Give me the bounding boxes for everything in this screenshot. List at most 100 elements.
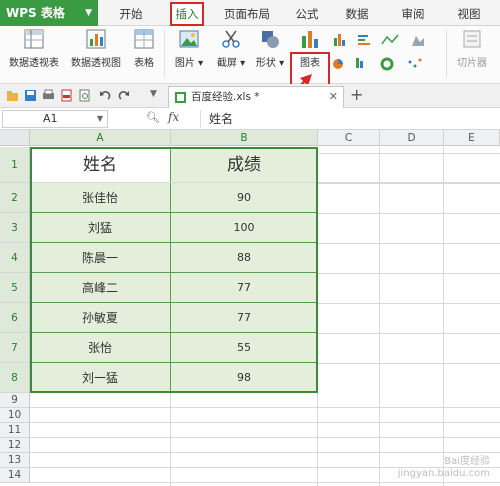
row-header-9[interactable]: 9 [0,393,30,408]
table-cell-score[interactable]: 77 [171,273,318,303]
app-menu-button[interactable]: WPS 表格 ▼ [0,0,98,26]
ribbon-insert: 数据透视表 数据透视图 表格 图片 ▾ 截屏 ▾ 形状 ▾ 图表 切片器 [0,26,500,100]
table-cell-name[interactable]: 孙敏夏 [30,303,171,333]
table-cell-name[interactable]: 陈晨一 [30,243,171,273]
table-label: 表格 [134,58,154,69]
chevron-down-icon: ▼ [96,114,103,123]
formula-input[interactable]: 姓名 [200,110,500,128]
row-header-2[interactable]: 2 [0,183,30,213]
table-cell-score[interactable]: 88 [171,243,318,273]
pivot-chart-label: 数据透视图 [71,58,121,69]
scissors-icon [222,30,240,48]
print-preview-icon[interactable] [78,89,91,102]
worksheet-grid[interactable]: A B C D E 1 2 3 4 5 6 7 8 9 10 11 12 13 … [0,130,500,486]
menu-bar: WPS 表格 ▼ 开始 插入 页面布局 公式 数据 审阅 视图 [0,0,500,26]
folder-icon[interactable] [6,89,19,102]
chevron-down-icon[interactable]: ▼ [150,89,157,99]
tab-insert[interactable]: 插入 [170,2,204,26]
new-tab-icon[interactable]: + [350,85,363,104]
row-header-1[interactable]: 1 [0,147,30,183]
column-header-e[interactable]: E [444,130,500,146]
document-tab[interactable]: 百度经验.xls * ✕ [168,86,344,108]
ribbon-separator [164,30,165,78]
table-button[interactable]: 表格 [130,28,158,69]
watermark-url: jingyan.baidu.com [397,468,490,479]
table-cell-score[interactable]: 98 [171,363,318,393]
table-cell-score[interactable]: 100 [171,213,318,243]
table-icon [134,29,154,49]
table-cell-score[interactable]: 90 [171,183,318,213]
pivot-table-button[interactable]: 数据透视表 [6,28,62,69]
column-header-d[interactable]: D [380,130,444,146]
redo-icon[interactable] [118,89,131,102]
tab-review[interactable]: 审阅 [392,0,434,26]
row-header-6[interactable]: 6 [0,303,30,333]
chart-type-gallery [332,32,442,76]
shapes-icon [262,31,279,48]
bar-chart-icon [302,31,318,48]
save-icon[interactable] [24,89,37,102]
row-header-11[interactable]: 11 [0,423,30,438]
picture-icon [179,30,199,48]
tab-formulas[interactable]: 公式 [286,0,328,26]
formula-bar: A1 ▼ 🔍︎ fx 姓名 [0,108,500,130]
pivot-table-icon [24,29,44,49]
watermark-title: Bai度经验 [444,456,490,467]
watermark-logo: Bai度经验 jingyan.baidu.com [398,456,490,480]
column-header-c[interactable]: C [318,130,380,146]
shapes-label: 形状 [255,58,276,69]
tab-data[interactable]: 数据 [336,0,378,26]
quick-access-toolbar: ▼ 百度经验.xls * ✕ + [0,84,500,108]
row-header-10[interactable]: 10 [0,408,30,423]
ribbon-separator [446,30,447,78]
tab-view[interactable]: 视图 [448,0,490,26]
table-cell-name[interactable]: 张佳怡 [30,183,171,213]
spreadsheet-file-icon [175,92,186,103]
picture-button[interactable]: 图片 ▾ [170,28,208,69]
slicer-button[interactable]: 切片器 [452,28,492,69]
row-header-14[interactable]: 14 [0,468,30,483]
pivot-chart-icon [86,29,106,49]
tab-page-layout[interactable]: 页面布局 [218,0,276,26]
screenshot-label: 截屏 [216,58,237,69]
row-header-12[interactable]: 12 [0,438,30,453]
slicer-label: 切片器 [457,58,487,69]
cell-reference: A1 [43,112,58,125]
tab-home[interactable]: 开始 [110,0,152,26]
column-header-b[interactable]: B [171,130,318,146]
print-icon[interactable] [42,89,55,102]
table-cell-name[interactable]: 刘猛 [30,213,171,243]
close-icon[interactable]: ✕ [329,87,338,107]
slicer-icon [463,30,481,48]
document-tab-title: 百度经验.xls * [191,91,260,103]
table-cell-name[interactable]: 张怡 [30,333,171,363]
export-pdf-icon[interactable] [60,89,73,102]
column-header-a[interactable]: A [30,130,171,146]
shapes-button[interactable]: 形状 ▾ [252,28,288,69]
row-header-4[interactable]: 4 [0,243,30,273]
function-icon[interactable]: fx [168,110,179,124]
row-header-8[interactable]: 8 [0,363,30,393]
pivot-chart-button[interactable]: 数据透视图 [66,28,126,69]
chevron-down-icon: ▼ [85,8,92,18]
screenshot-button[interactable]: 截屏 ▾ [212,28,250,69]
pivot-table-label: 数据透视表 [9,58,59,69]
undo-icon[interactable] [98,89,111,102]
row-header-5[interactable]: 5 [0,273,30,303]
app-name: WPS 表格 [6,6,65,20]
table-cell-name[interactable]: 高峰二 [30,273,171,303]
picture-label: 图片 [174,58,195,69]
cell-a1[interactable]: 姓名 [30,147,171,183]
name-box[interactable]: A1 ▼ [2,110,108,128]
select-all-corner[interactable] [0,130,30,146]
row-header-13[interactable]: 13 [0,453,30,468]
magnifier-icon[interactable]: 🔍︎ [146,111,160,124]
chart-types-icon[interactable] [332,32,442,76]
table-cell-score[interactable]: 77 [171,303,318,333]
wps-window: WPS 表格 ▼ 开始 插入 页面布局 公式 数据 审阅 视图 数据透视表 数据… [0,0,500,486]
table-cell-name[interactable]: 刘一猛 [30,363,171,393]
cell-b1[interactable]: 成绩 [171,147,318,183]
table-cell-score[interactable]: 55 [171,333,318,363]
row-header-3[interactable]: 3 [0,213,30,243]
row-header-7[interactable]: 7 [0,333,30,363]
